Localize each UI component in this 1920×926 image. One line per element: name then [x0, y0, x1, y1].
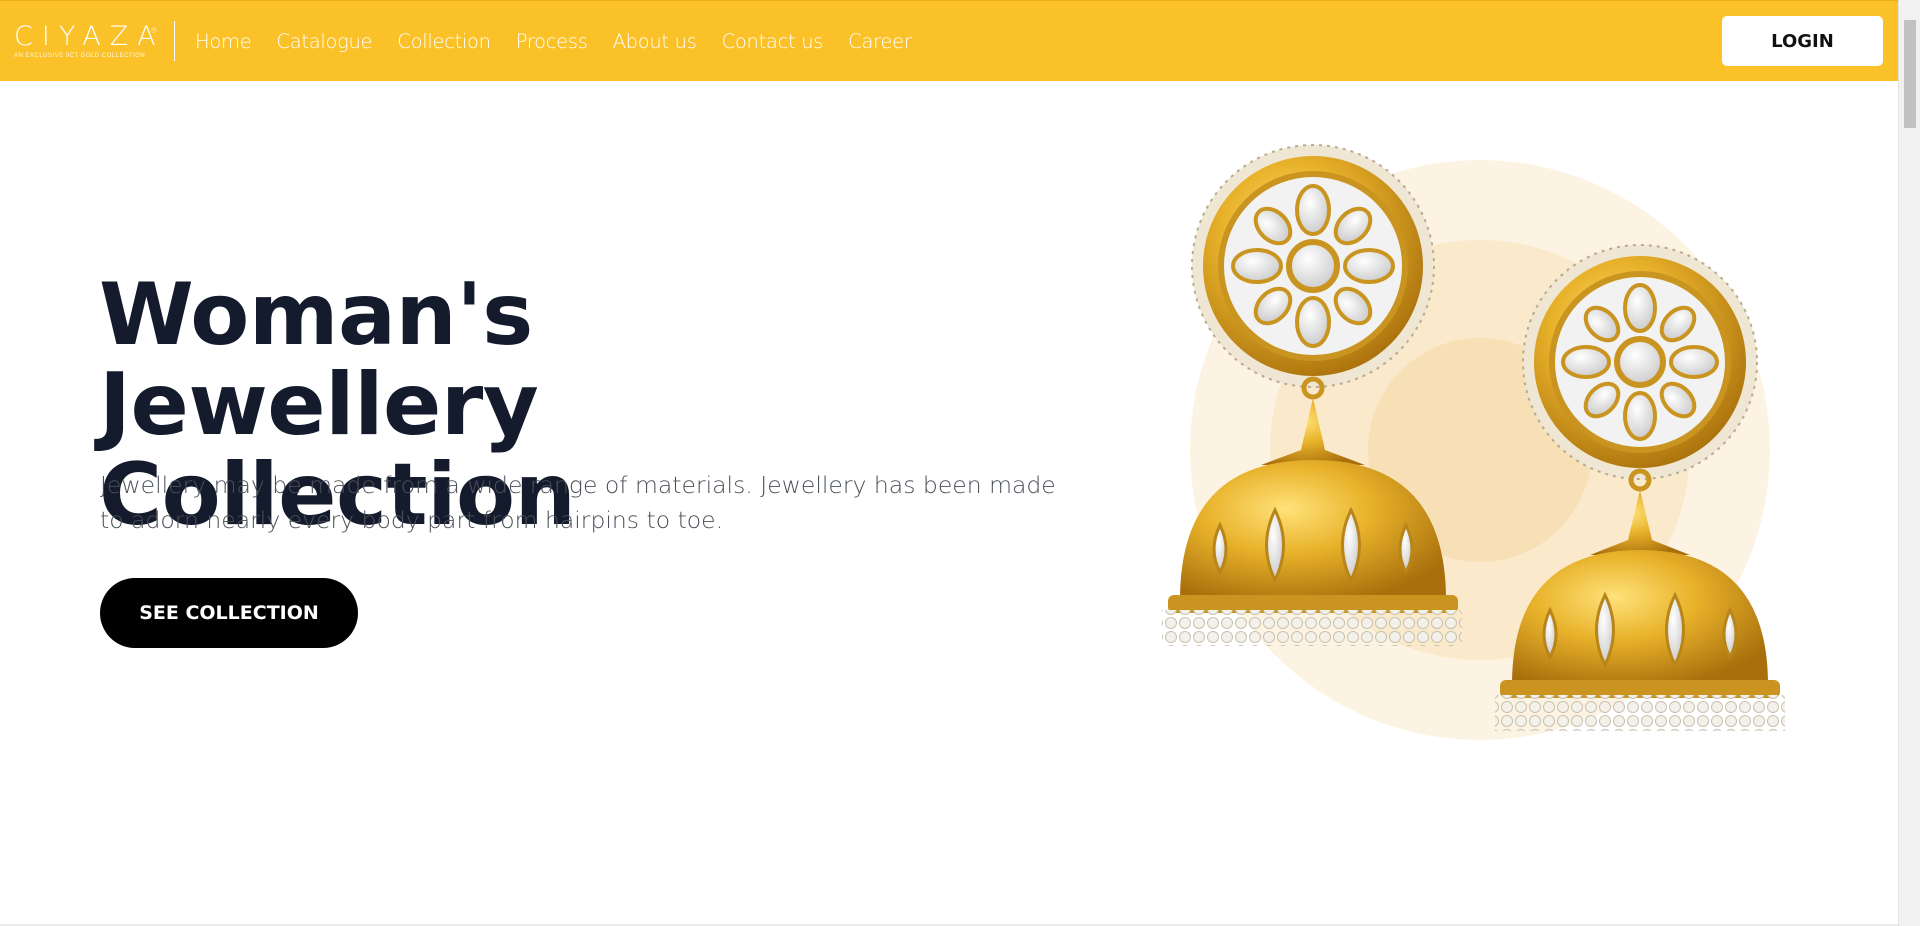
nav-link-process[interactable]: Process: [516, 30, 588, 53]
registered-mark: ®: [150, 26, 158, 35]
nav-link-collection[interactable]: Collection: [397, 30, 491, 53]
nav-link-catalogue[interactable]: Catalogue: [276, 30, 372, 53]
nav-link-career[interactable]: Career: [848, 30, 912, 53]
brand-logo[interactable]: CIYAZA ® AN EXCLUSIVE 9CT GOLD COLLECTION: [14, 23, 158, 60]
hero-title-line-1: Woman's Jewellery: [99, 265, 539, 455]
earrings-illustration: [1162, 144, 1785, 740]
jhumka-earrings-image: [1150, 140, 1800, 790]
nav-link-about-us[interactable]: About us: [613, 30, 697, 53]
nav-links: Home Catalogue Collection Process About …: [195, 30, 937, 53]
nav-link-contact-us[interactable]: Contact us: [722, 30, 824, 53]
see-collection-button[interactable]: SEE COLLECTION: [100, 578, 358, 648]
nav-divider: [174, 21, 175, 61]
hero-description: Jewellery may be made from a wide range …: [100, 471, 1056, 534]
brand-name: CIYAZA ®: [14, 23, 158, 51]
scrollbar-thumb[interactable]: [1904, 20, 1916, 128]
nav-link-home[interactable]: Home: [195, 30, 252, 53]
brand-tagline: AN EXCLUSIVE 9CT GOLD COLLECTION: [14, 53, 146, 59]
page-scrollbar[interactable]: [1898, 0, 1920, 926]
login-button[interactable]: LOGIN: [1722, 16, 1883, 66]
top-navbar: CIYAZA ® AN EXCLUSIVE 9CT GOLD COLLECTION…: [0, 0, 1898, 81]
